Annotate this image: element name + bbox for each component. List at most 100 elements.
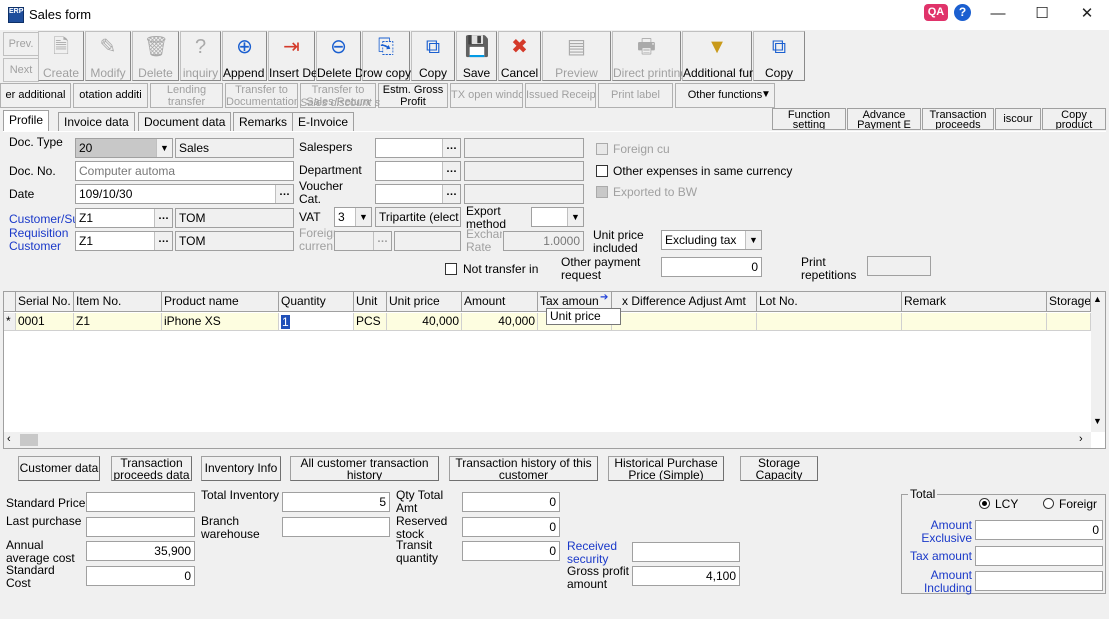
requisition-lookup-button[interactable]: … [154,232,172,250]
customer-lookup-button[interactable]: … [154,209,172,227]
toolbar-direct-printing-button[interactable]: 🖶 Direct printing [612,31,687,81]
tab-invoice-data[interactable]: Invoice data [58,112,135,132]
col-serial-no[interactable]: Serial No. [16,292,74,312]
next-button[interactable]: Next [3,58,39,82]
reserved-stock-input[interactable]: 0 [462,517,560,537]
function-setting-button[interactable]: Function setting [772,108,846,130]
standard-price-input[interactable] [86,492,195,512]
toolbar-delete-button[interactable]: 🗑 Delete [132,31,179,81]
cell-serial[interactable]: 0001 [16,313,74,331]
chevron-down-icon[interactable]: ▼ [567,208,583,226]
col-product-name[interactable]: Product name [162,292,279,312]
col-tax-diff-adjust[interactable]: x Difference Adjust Amt [612,292,757,312]
cell-tax-diff[interactable] [612,313,757,331]
tab-profile[interactable]: Profile [3,110,50,133]
historical-purchase-button[interactable]: Historical Purchase Price (Simple) [608,456,724,481]
chevron-down-icon[interactable]: ▼ [355,208,371,226]
toolbar2-issued-receipt-button[interactable]: Issued Receipt [525,83,596,108]
doc-type-select[interactable]: 20 ▼ [75,138,173,158]
toolbar-cancel-button[interactable]: ✖ Cancel [498,31,541,81]
toolbar-additional-function-button[interactable]: ▼ Additional function [682,31,781,81]
cell-product-name[interactable]: iPhone XS [162,313,279,331]
toolbar2-print-label-button[interactable]: Print label [598,83,673,108]
scroll-up-icon[interactable]: ▲ [1093,294,1102,304]
close-button[interactable]: ✕ [1064,0,1109,30]
exchange-rate-input[interactable]: 1.0000 [503,231,584,251]
quantity-edit-value[interactable]: 1 [281,315,290,329]
toolbar-copy-button[interactable]: ⧉ Copy [753,31,805,81]
print-repetitions-input[interactable] [867,256,931,276]
col-item-no[interactable]: Item No. [74,292,162,312]
tab-e-invoice[interactable]: E-Invoice [292,112,355,132]
vat-select[interactable]: 3 ▼ [334,207,372,227]
transit-quantity-input[interactable]: 0 [462,541,560,561]
doc-no-input[interactable]: Computer automa [75,161,294,181]
requisition-code-input[interactable]: Z1 … [75,231,173,251]
date-picker-button[interactable]: … [275,185,293,203]
amount-including-input[interactable] [975,571,1103,591]
qa-button[interactable]: QA [924,4,948,21]
customer-data-button[interactable]: Customer data [18,456,100,481]
toolbar-inquiry-button[interactable]: ? inquiry [180,31,221,81]
all-customer-history-button[interactable]: All customer transaction history [290,456,439,481]
toolbar-insert-detail-button[interactable]: ⇥ Insert Detail [268,31,333,81]
received-security-label[interactable]: Received security [567,540,629,566]
foreign-currency-input[interactable]: … [334,231,392,251]
inventory-info-button[interactable]: Inventory Info [201,456,281,481]
date-input[interactable]: 109/10/30 … [75,184,294,204]
voucher-cat-input[interactable]: … [375,184,461,204]
scroll-right-icon[interactable]: › [1079,433,1083,445]
gross-profit-input[interactable]: 4,100 [632,566,740,586]
standard-cost-input[interactable]: 0 [86,566,195,586]
col-unit[interactable]: Unit [354,292,387,312]
currency-lookup-button[interactable]: … [373,232,391,250]
toolbar-delete-detail-button[interactable]: ⊖ Delete Detail [316,31,386,81]
horizontal-scrollbar[interactable]: ‹ › [4,432,1091,448]
vertical-scrollbar[interactable]: ▲ ▼ [1091,292,1105,432]
scroll-left-icon[interactable]: ‹ [7,433,11,445]
col-remark[interactable]: Remark [902,292,1047,312]
toolbar2-er-additional-button[interactable]: er additional [0,83,71,108]
total-inventory-input[interactable]: 5 [282,492,390,512]
help-icon[interactable]: ? [954,4,971,21]
tax-amount-label[interactable]: Tax amount [908,549,972,563]
cell-unit-price[interactable]: 40,000 [387,313,462,331]
amount-exclusive-input[interactable]: 0 [975,520,1103,540]
col-storage[interactable]: Storage [1047,292,1091,312]
received-security-input[interactable] [632,542,740,562]
other-payment-input[interactable]: 0 [661,257,762,277]
tab-document-data[interactable]: Document data [138,112,232,132]
export-method-select[interactable]: ▼ [531,207,584,227]
branch-warehouse-input[interactable] [282,517,390,537]
customer-history-button[interactable]: Transaction history of this customer [449,456,598,481]
unit-price-included-select[interactable]: Excluding tax ▼ [661,230,762,250]
chevron-down-icon[interactable]: ▼ [745,231,761,249]
cell-quantity[interactable]: 1 [279,313,354,331]
qty-total-amt-input[interactable]: 0 [462,492,560,512]
tab-remarks[interactable]: Remarks [233,112,294,132]
salesperson-lookup-button[interactable]: … [442,139,460,157]
toolbar2-estm-gross-profit-button[interactable]: Estm. Gross Profit [378,83,448,108]
cell-unit[interactable]: PCS [354,313,387,331]
requisition-customer-label[interactable]: Requisition Customer [9,227,75,253]
toolbar-save-button[interactable]: 💾 Save [456,31,497,81]
amount-including-label[interactable]: Amount Including [910,569,972,595]
scroll-thumb[interactable] [20,434,38,446]
toolbar-append-detail-button[interactable]: ⊕ Append Detail [222,31,298,81]
col-quantity[interactable]: Quantity [279,292,354,312]
toolbar-copy-button[interactable]: ⧉ Copy [411,31,455,81]
toolbar2-other-functions-button[interactable]: Other functions [675,83,775,108]
cell-lot-no[interactable] [757,313,902,331]
cell-amount[interactable]: 40,000 [462,313,538,331]
discount-button[interactable]: iscour [995,108,1041,130]
lcy-radio[interactable] [979,498,990,509]
chevron-down-icon[interactable]: ▼ [156,139,172,157]
toolbar2-transfer-to-documentation-button[interactable]: Transfer to Documentation [225,83,298,108]
amount-exclusive-label[interactable]: Amount Exclusive [910,519,972,545]
scroll-down-icon[interactable]: ▼ [1093,416,1102,426]
maximize-button[interactable]: ☐ [1019,0,1065,30]
transaction-proceeds-data-button[interactable]: Transaction proceeds data [111,456,192,481]
toolbar-preview-button[interactable]: ▤ Preview [542,31,611,81]
col-unit-price[interactable]: Unit price [387,292,462,312]
toolbar2-otation-additi-button[interactable]: otation additi [73,83,148,108]
